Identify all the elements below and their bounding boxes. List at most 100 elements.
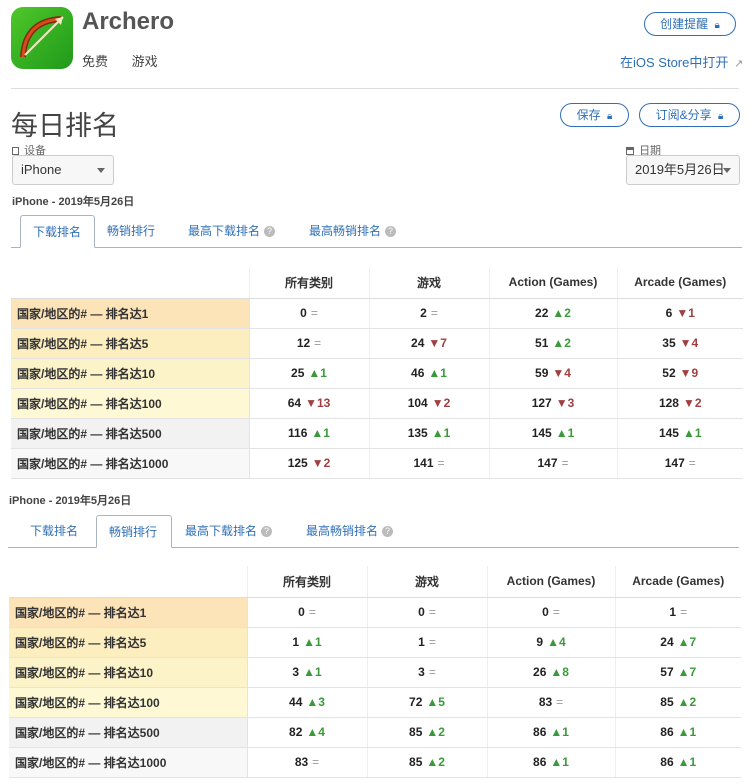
- column-header: Action (Games): [488, 267, 617, 299]
- tab-label: 最高畅销排名: [306, 524, 379, 538]
- rank-count: 1: [418, 635, 425, 649]
- rank-up-change: ▲1: [308, 366, 327, 380]
- rank-count: 52: [662, 366, 676, 380]
- rank-count: 3: [418, 665, 425, 679]
- rank-count: 1: [669, 605, 677, 619]
- tab-0[interactable]: 下载排名: [20, 215, 95, 248]
- rank-count: 104: [407, 396, 428, 410]
- rank-cell: 125 ▼2: [248, 448, 369, 479]
- rank-up-change: ▲1: [550, 755, 569, 769]
- tab-1[interactable]: 畅销排行: [96, 515, 172, 548]
- ranking-table: 所有类别 游戏 Action (Games) Arcade (Games) 国家/地区的…: [9, 566, 741, 778]
- rank-cell: 22 ▲2: [488, 298, 617, 329]
- rank-count: 83: [294, 755, 309, 769]
- tab-3[interactable]: 最高畅销排名?: [297, 215, 409, 248]
- rank-cell: 3 =: [366, 657, 487, 688]
- rank-count: 24: [660, 635, 674, 649]
- rank-count: 26: [533, 665, 547, 679]
- rank-count: 1: [292, 635, 300, 649]
- table-row: 国家/地区的# — 排名达10 25 ▲1 46 ▲1 59 ▼4 52 ▼9: [11, 358, 743, 389]
- tab-2[interactable]: 最高下载排名?: [173, 515, 285, 548]
- rank-cell: 59 ▼4: [488, 358, 617, 389]
- table-row: 国家/地区的# — 排名达1 0 = 0 = 0 = 1 =: [9, 597, 741, 628]
- rank-count: 86: [533, 725, 547, 739]
- rank-up-change: ▲1: [303, 665, 322, 679]
- rank-count: 6: [665, 306, 673, 320]
- rank-count: 0: [300, 306, 307, 320]
- column-header: 游戏: [366, 566, 487, 598]
- help-icon[interactable]: ?: [261, 526, 273, 538]
- tab-1[interactable]: 畅销排行: [95, 215, 175, 248]
- rank-up-change: ▲1: [682, 426, 702, 440]
- date-value: 2019年5月26日: [635, 162, 725, 177]
- rank-count: 127: [531, 396, 552, 410]
- tab-2[interactable]: 最高下载排名?: [176, 215, 288, 248]
- ranking-table: 所有类别 游戏 Action (Games) Arcade (Games) 国家/地区的…: [11, 267, 743, 479]
- save-label: 保存: [576, 108, 601, 122]
- column-header: Action (Games): [486, 566, 615, 598]
- rank-down-change: ▼3: [555, 396, 575, 410]
- table-row: 国家/地区的# — 排名达500 82 ▲4 85 ▲2 86 ▲1 86 ▲1: [9, 717, 741, 748]
- rank-cell: 25 ▲1: [248, 358, 369, 389]
- rank-cell: 9 ▲4: [486, 627, 615, 658]
- rank-up-change: ▲4: [306, 725, 325, 739]
- rank-count: 145: [658, 426, 679, 440]
- app-meta: 免费 游戏: [82, 51, 178, 70]
- rank-count: 86: [533, 755, 547, 769]
- save-button[interactable]: 保存 🔒︎: [560, 103, 629, 127]
- rank-count: 0: [418, 605, 425, 619]
- create-alert-button[interactable]: 创建提醒 🔒︎: [644, 12, 736, 36]
- app-category[interactable]: 游戏: [132, 54, 158, 69]
- help-icon[interactable]: ?: [264, 226, 276, 238]
- open-store-label: 在iOS Store中打开: [620, 55, 729, 70]
- rank-up-change: ▲2: [552, 306, 571, 320]
- rank-down-change: ▼13: [305, 396, 331, 410]
- rank-no-change: =: [310, 306, 318, 320]
- rank-up-change: ▲1: [677, 755, 697, 769]
- rank-count: 125: [287, 456, 308, 470]
- rank-cell: 128 ▼2: [616, 388, 743, 419]
- rank-cell: 51 ▲2: [488, 328, 617, 359]
- chevron-down-icon: [97, 168, 105, 173]
- corner-cell: [11, 267, 249, 299]
- rank-no-change: =: [561, 456, 569, 470]
- rank-count: 0: [298, 605, 305, 619]
- table-header-row: 所有类别 游戏 Action (Games) Arcade (Games): [9, 566, 741, 598]
- rank-cell: 145 ▲1: [616, 418, 743, 449]
- rank-up-change: ▲1: [550, 725, 569, 739]
- rank-up-change: ▲1: [303, 635, 322, 649]
- rank-count: 35: [662, 336, 676, 350]
- open-store-link[interactable]: 在iOS Store中打开 ↗: [620, 52, 743, 71]
- rank-count: 86: [660, 725, 674, 739]
- rank-cell: 85 ▲2: [614, 687, 741, 718]
- rank-up-change: ▲2: [677, 695, 697, 709]
- rank-count: 85: [409, 755, 423, 769]
- tab-bar: 下载排名 畅销排行 最高下载排名? 最高畅销排名?: [8, 515, 739, 548]
- device-select[interactable]: iPhone: [12, 155, 114, 185]
- table-row: 国家/地区的# — 排名达10 3 ▲1 3 = 26 ▲8 57 ▲7: [9, 657, 741, 688]
- tab-label: 畅销排行: [109, 525, 158, 539]
- rank-cell: 1 =: [614, 597, 741, 628]
- row-label: 国家/地区的# — 排名达5: [9, 627, 248, 658]
- rank-count: 12: [296, 336, 311, 350]
- rank-count: 25: [291, 366, 305, 380]
- rank-cell: 0 =: [246, 597, 367, 628]
- row-label: 国家/地区的# — 排名达1000: [9, 747, 248, 778]
- rank-up-change: ▲3: [306, 695, 325, 709]
- table-row: 国家/地区的# — 排名达5 12 = 24 ▼7 51 ▲2 35 ▼4: [11, 328, 743, 359]
- tab-0[interactable]: 下载排名: [18, 515, 96, 548]
- rank-cell: 64 ▼13: [248, 388, 369, 419]
- tab-3[interactable]: 最高畅销排名?: [294, 515, 406, 548]
- rank-down-change: ▼4: [552, 366, 571, 380]
- tab-label: 下载排名: [30, 524, 79, 538]
- rank-cell: 3 ▲1: [246, 657, 367, 688]
- help-icon[interactable]: ?: [382, 526, 394, 538]
- rank-cell: 44 ▲3: [246, 687, 367, 718]
- subscribe-share-button[interactable]: 订阅&分享 🔒︎: [639, 103, 740, 127]
- rank-count: 64: [287, 396, 302, 410]
- rank-cell: 6 ▼1: [616, 298, 743, 329]
- rank-count: 116: [288, 426, 308, 440]
- help-icon[interactable]: ?: [385, 226, 397, 238]
- rank-no-change: =: [428, 665, 436, 679]
- date-select[interactable]: 2019年5月26日: [626, 155, 740, 185]
